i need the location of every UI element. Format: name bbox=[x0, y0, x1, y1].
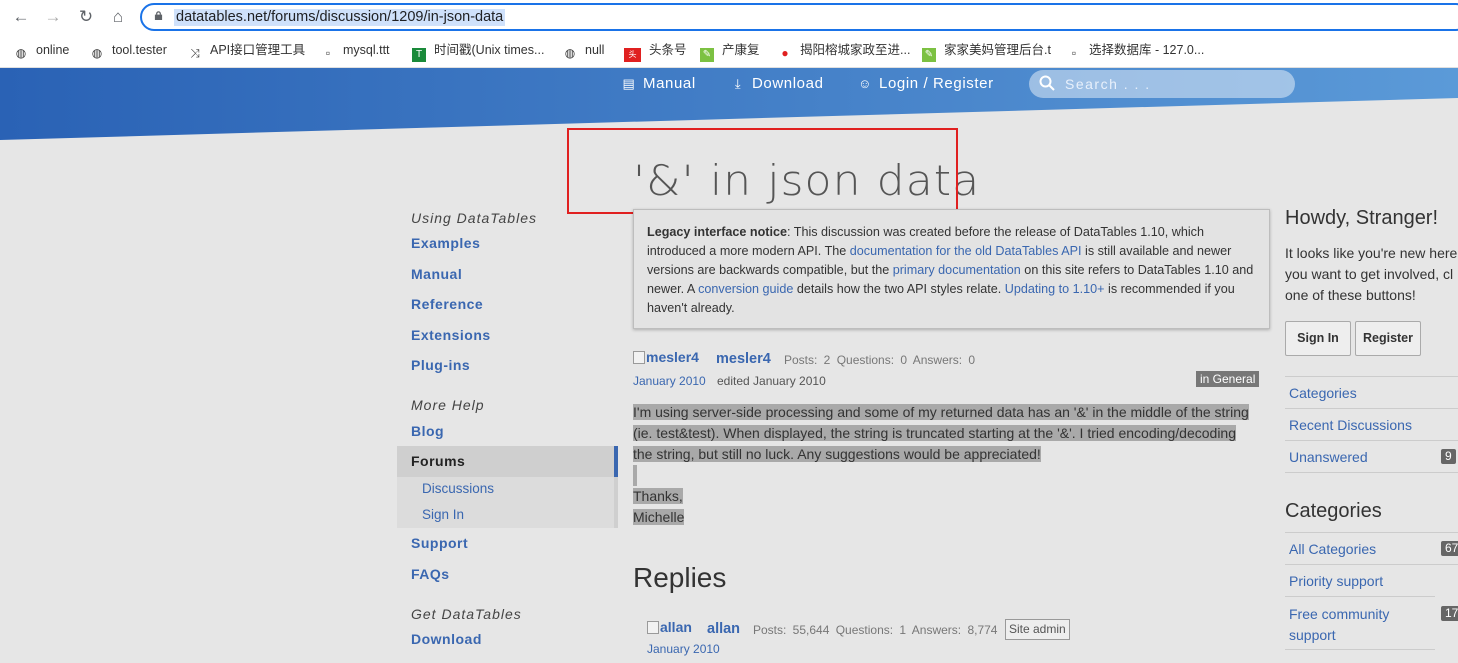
red-badge-icon: 头 bbox=[624, 48, 641, 62]
sidebar-item-support[interactable]: Support bbox=[411, 535, 468, 551]
broken-image-icon bbox=[633, 351, 645, 364]
reply-author[interactable]: allan bbox=[707, 621, 740, 637]
nav-login-register[interactable]: ☺ Login / Register bbox=[857, 75, 994, 92]
highlight-annotation-box bbox=[567, 128, 958, 214]
category-all[interactable]: All Categories bbox=[1285, 532, 1458, 565]
nav-download[interactable]: ⤓ Download bbox=[730, 75, 824, 92]
category-free-community-support[interactable]: Free community support bbox=[1285, 596, 1435, 650]
search-box[interactable]: Search . . . bbox=[1029, 70, 1295, 98]
post-body-line: (ie. test&test). When displayed, the str… bbox=[633, 425, 1237, 441]
conversion-guide-link[interactable]: conversion guide bbox=[698, 282, 793, 296]
categories-heading: Categories bbox=[1285, 500, 1382, 522]
bookmark-tool-tester[interactable]: ◍ tool.tester bbox=[90, 42, 167, 60]
right-link-recent-discussions[interactable]: Recent Discussions bbox=[1285, 408, 1458, 441]
sidebar-subitem-signin[interactable]: Sign In bbox=[422, 507, 464, 522]
globe-icon: ◍ bbox=[91, 46, 103, 60]
howdy-heading: Howdy, Stranger! bbox=[1285, 207, 1439, 229]
page-icon: ▫ bbox=[325, 46, 331, 60]
shuffle-icon: ⤨ bbox=[190, 46, 200, 60]
home-icon[interactable]: ⌂ bbox=[107, 6, 129, 28]
category-priority-support[interactable]: Priority support bbox=[1285, 564, 1458, 597]
sidebar-heading-more-help: More Help bbox=[411, 397, 485, 413]
bookmark-jieyang[interactable]: ● 揭阳榕城家政至进... bbox=[778, 42, 910, 60]
bookmark-select-db[interactable]: ▫ 选择数据库 - 127.0... bbox=[1067, 42, 1204, 60]
post-body-line: the string, but still no luck. Any sugge… bbox=[633, 446, 1041, 462]
sidebar-item-blog[interactable]: Blog bbox=[411, 423, 444, 439]
right-link-categories[interactable]: Categories bbox=[1285, 376, 1458, 409]
sidebar-heading-get: Get DataTables bbox=[411, 606, 522, 622]
old-api-docs-link[interactable]: documentation for the old DataTables API bbox=[850, 244, 1082, 258]
address-bar[interactable]: datatables.net/forums/discussion/1209/in… bbox=[140, 3, 1458, 31]
page-icon: ▫ bbox=[1071, 46, 1077, 60]
post-author[interactable]: mesler4 bbox=[716, 351, 771, 367]
bookmarks-bar: ◍ online ◍ tool.tester ⤨ API接口管理工具 ▫ mysql.t… bbox=[0, 34, 1458, 68]
sidebar-subitem-discussions[interactable]: Discussions bbox=[422, 481, 494, 496]
url-text[interactable]: datatables.net/forums/discussion/1209/in… bbox=[174, 9, 506, 26]
bookmark-online[interactable]: ◍ online bbox=[14, 42, 70, 60]
sidebar-item-plugins[interactable]: Plug-ins bbox=[411, 357, 470, 373]
free-support-count: 17 bbox=[1441, 606, 1458, 621]
reload-icon[interactable]: ↻ bbox=[75, 6, 97, 28]
sidebar-item-examples[interactable]: Examples bbox=[411, 235, 480, 251]
user-icon: ☺ bbox=[858, 76, 872, 91]
sidebar-item-extensions[interactable]: Extensions bbox=[411, 327, 491, 343]
bookmark-chankangfu[interactable]: ✎ 产康复 bbox=[700, 42, 760, 62]
updating-link[interactable]: Updating to 1.10+ bbox=[1005, 282, 1105, 296]
sign-in-button[interactable]: Sign In bbox=[1285, 321, 1351, 356]
site-admin-badge: Site admin bbox=[1005, 619, 1070, 640]
legacy-notice-text: Legacy interface notice: This discussion… bbox=[647, 225, 1254, 315]
post-body-line: I'm using server-side processing and som… bbox=[633, 404, 1249, 420]
legacy-notice: Legacy interface notice: This discussion… bbox=[633, 209, 1270, 329]
leaf-icon: ✎ bbox=[922, 48, 936, 62]
bookmark-toutiao[interactable]: 头头条号 bbox=[624, 42, 687, 62]
reply-date[interactable]: January 2010 bbox=[647, 642, 720, 656]
lock-icon bbox=[154, 11, 163, 20]
leaf-icon: ✎ bbox=[700, 48, 714, 62]
bookmark-null[interactable]: ◍ null bbox=[563, 42, 605, 60]
sidebar-item-faqs[interactable]: FAQs bbox=[411, 566, 450, 582]
green-box-icon: T bbox=[412, 48, 426, 62]
search-icon bbox=[1039, 75, 1055, 91]
post-thanks: Thanks, bbox=[633, 488, 683, 504]
unanswered-count: 9 bbox=[1441, 449, 1456, 464]
post-edited: edited January 2010 bbox=[717, 374, 826, 388]
post-body: I'm using server-side processing and som… bbox=[633, 402, 1273, 528]
sidebar-item-reference[interactable]: Reference bbox=[411, 296, 483, 312]
register-button[interactable]: Register bbox=[1355, 321, 1421, 356]
all-categories-count: 67 bbox=[1441, 541, 1458, 556]
globe-icon: ◍ bbox=[15, 46, 27, 60]
forward-icon[interactable]: → bbox=[42, 6, 64, 28]
right-link-unanswered[interactable]: Unanswered bbox=[1285, 440, 1458, 473]
sidebar-item-forums[interactable]: Forums bbox=[411, 453, 465, 469]
back-icon[interactable]: ← bbox=[10, 6, 32, 28]
bookmark-api-tool[interactable]: ⤨ API接口管理工具 bbox=[188, 42, 305, 60]
post-signature: Michelle bbox=[633, 509, 685, 525]
document-icon: ▤ bbox=[622, 76, 636, 91]
bookmark-timestamp[interactable]: T 时间戳(Unix times... bbox=[412, 42, 544, 62]
download-icon: ⤓ bbox=[734, 76, 742, 91]
reply-avatar[interactable]: allan bbox=[647, 619, 692, 635]
category-badge[interactable]: in General bbox=[1196, 371, 1260, 387]
globe-icon: ◍ bbox=[564, 46, 576, 60]
bookmark-mysql[interactable]: ▫ mysql.ttt bbox=[321, 42, 390, 60]
browser-toolbar: ← → ↻ ⌂ datatables.net/forums/discussion… bbox=[0, 0, 1458, 34]
sidebar-item-download[interactable]: Download bbox=[411, 631, 482, 647]
sidebar-heading-using: Using DataTables bbox=[411, 210, 537, 226]
broken-image-icon bbox=[647, 621, 659, 634]
nav-manual[interactable]: ▤ Manual bbox=[621, 75, 696, 92]
avatar[interactable]: mesler4 bbox=[633, 349, 699, 365]
post-date[interactable]: January 2010 bbox=[633, 374, 706, 388]
post-author-stats: Posts: 2 Questions: 0 Answers: 0 bbox=[784, 353, 976, 367]
replies-heading: Replies bbox=[633, 562, 727, 593]
primary-docs-link[interactable]: primary documentation bbox=[893, 263, 1021, 277]
sidebar-item-manual[interactable]: Manual bbox=[411, 266, 462, 282]
howdy-text: It looks like you're new here you want t… bbox=[1285, 245, 1458, 303]
search-input[interactable]: Search . . . bbox=[1065, 76, 1151, 92]
reply-author-stats: Posts: 55,644 Questions: 1 Answers: 8,77… bbox=[753, 623, 998, 637]
pin-icon: ● bbox=[781, 46, 789, 60]
blank-line bbox=[633, 465, 1273, 486]
bookmark-jiajiamei[interactable]: ✎ 家家美妈管理后台.t bbox=[922, 42, 1051, 62]
